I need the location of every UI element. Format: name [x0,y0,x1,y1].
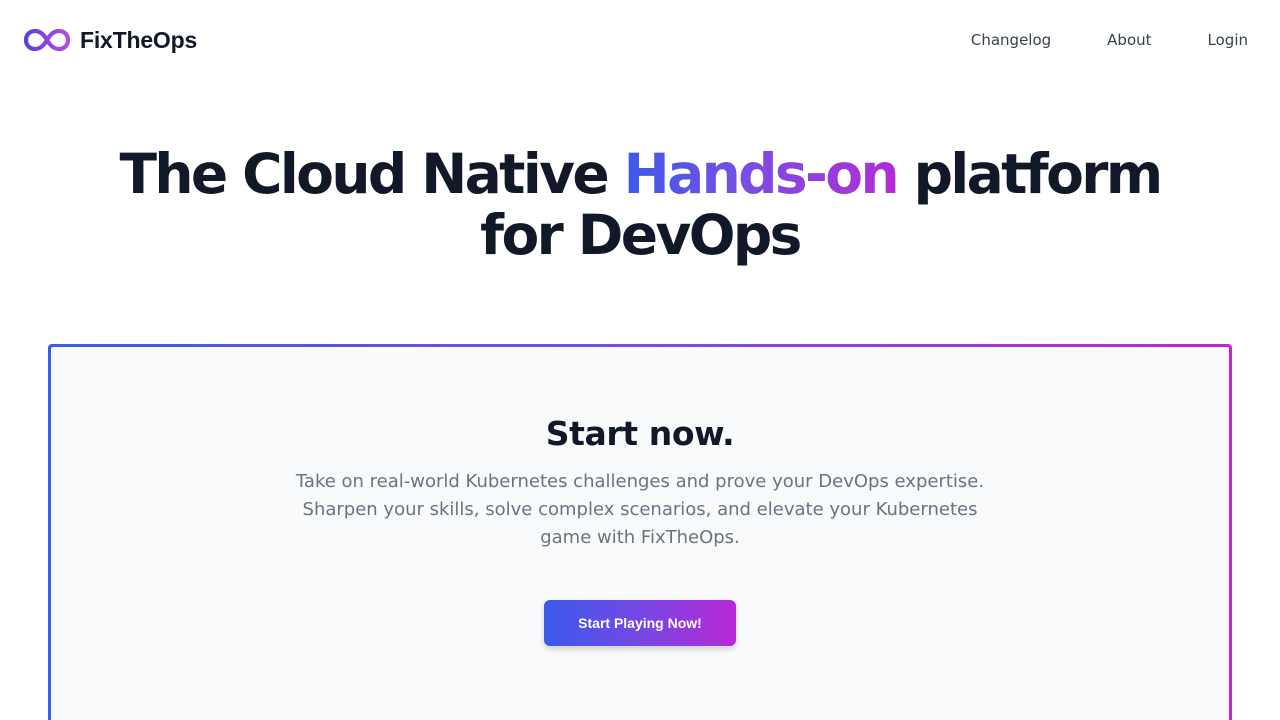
site-header: FixTheOps Changelog About Login [0,0,1280,80]
start-card: Start now. Take on real-world Kubernetes… [51,347,1229,720]
page: FixTheOps Changelog About Login The Clou… [0,0,1280,720]
brand-name: FixTheOps [80,26,198,53]
hero-title-highlight: Hands-on [623,142,900,206]
hero-section: The Cloud Native Hands-on platform for De… [0,144,1280,266]
nav-link-about[interactable]: About [1107,31,1151,49]
start-card-description: Take on real-world Kubernetes challenges… [295,471,985,548]
start-playing-button[interactable]: Start Playing Now! [544,600,736,646]
start-card-border: Start now. Take on real-world Kubernetes… [48,344,1232,720]
nav-link-login[interactable]: Login [1208,31,1248,49]
hero-title: The Cloud Native Hands-on platform for De… [0,144,1280,266]
hero-title-prefix: The Cloud Native [119,142,624,206]
brand-logo-link[interactable]: FixTheOps [23,26,197,54]
hero-title-suffix: platform [897,142,1164,206]
nav-link-changelog[interactable]: Changelog [971,31,1051,49]
infinity-icon [23,28,71,52]
start-card-title: Start now. [545,414,735,453]
hero-title-line2: for DevOps [480,203,802,267]
top-nav: Changelog About Login [971,31,1248,49]
